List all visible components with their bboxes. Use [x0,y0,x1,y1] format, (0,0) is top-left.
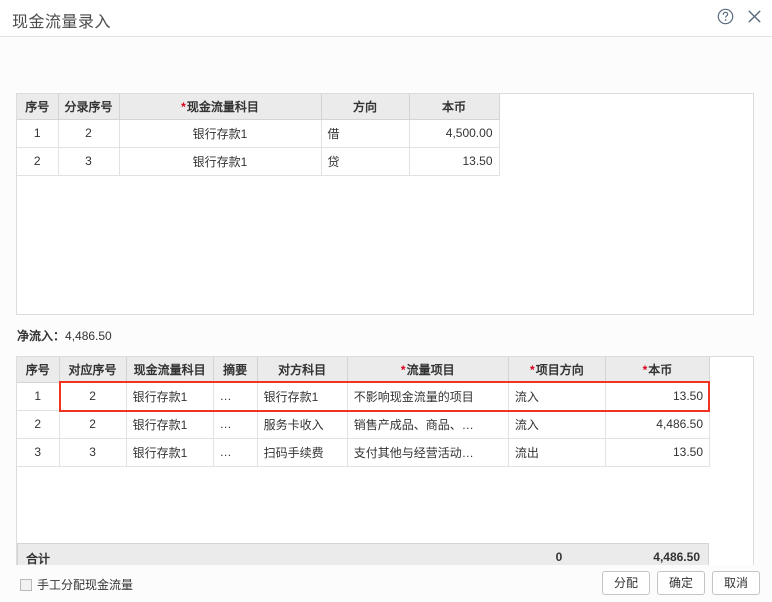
cell-entry-seq[interactable]: 3 [58,147,119,175]
dialog-body: 序号 分录序号 *现金流量科目 方向 本币 1 2 银行存款1 借 4,500.… [0,37,772,602]
entry-grid: 序号 分录序号 *现金流量科目 方向 本币 1 2 银行存款1 借 4,500.… [16,93,754,315]
manual-allocation-checkbox[interactable]: 手工分配现金流量 [20,576,133,593]
required-marker: * [181,100,186,114]
required-marker: * [643,363,648,377]
table-row[interactable]: 2 3 银行存款1 贷 13.50 [17,147,499,175]
allocate-button[interactable]: 分配 [602,571,650,595]
cell-item-direction[interactable]: 流入 [508,410,605,438]
cell-counter-subject[interactable]: 银行存款1 [257,382,347,410]
cell-flow-item[interactable]: 支付其他与经营活动… [347,438,508,466]
allocation-grid-table: 序号 对应序号 现金流量科目 摘要 对方科目 *流量项目 *项目方向 *本币 1… [17,357,710,467]
help-circle-icon[interactable] [716,7,734,25]
cell-entry-seq[interactable]: 2 [58,119,119,147]
cell-local-currency[interactable]: 4,500.00 [409,119,499,147]
cell-seq[interactable]: 2 [17,147,58,175]
table-row[interactable]: 2 2 银行存款1 … 服务卡收入 销售产成品、商品、… 流入 4,486.50 [17,410,710,438]
cell-cashflow-subject[interactable]: 银行存款1 [126,382,213,410]
close-icon[interactable] [745,7,763,25]
entry-grid-table: 序号 分录序号 *现金流量科目 方向 本币 1 2 银行存款1 借 4,500.… [17,94,500,176]
total-direction-value: 0 [514,550,604,564]
column-header-entry-seq[interactable]: 分录序号 [58,94,119,119]
column-header-item-direction[interactable]: *项目方向 [508,357,605,382]
cell-item-direction[interactable]: 流入 [508,382,605,410]
dialog-footer: 手工分配现金流量 分配 确定 取消 [0,565,772,602]
column-header-summary[interactable]: 摘要 [213,357,257,382]
cell-counter-subject[interactable]: 服务卡收入 [257,410,347,438]
cell-cashflow-subject[interactable]: 银行存款1 [126,410,213,438]
page-title: 现金流量录入 [12,8,111,32]
column-header-corresponding-seq[interactable]: 对应序号 [59,357,126,382]
cell-counter-subject[interactable]: 扫码手续费 [257,438,347,466]
net-inflow-summary: 净流入：4,486.50 [17,327,112,344]
cell-corresponding-seq[interactable]: 2 [59,410,126,438]
manual-allocation-label: 手工分配现金流量 [37,576,133,593]
table-row[interactable]: 3 3 银行存款1 … 扫码手续费 支付其他与经营活动… 流出 13.50 [17,438,710,466]
cell-seq[interactable]: 1 [17,382,59,410]
cell-cashflow-subject[interactable]: 银行存款1 [119,147,321,175]
cancel-button[interactable]: 取消 [712,571,760,595]
checkbox-box-icon[interactable] [20,579,32,591]
required-marker: * [530,363,535,377]
allocation-grid: 序号 对应序号 现金流量科目 摘要 对方科目 *流量项目 *项目方向 *本币 1… [16,356,754,572]
column-header-local-currency[interactable]: *本币 [605,357,709,382]
cell-direction[interactable]: 借 [321,119,409,147]
entry-grid-header-row: 序号 分录序号 *现金流量科目 方向 本币 [17,94,499,119]
total-amount-value: 4,486.50 [653,550,700,564]
cell-local-currency[interactable]: 4,486.50 [605,410,709,438]
required-marker: * [401,363,406,377]
title-bar-actions [716,7,763,25]
footer-button-group: 分配 确定 取消 [602,571,760,595]
cell-flow-item[interactable]: 销售产成品、商品、… [347,410,508,438]
cell-corresponding-seq[interactable]: 2 [59,382,126,410]
cell-summary[interactable]: … [213,438,257,466]
column-header-local-currency[interactable]: 本币 [409,94,499,119]
column-header-direction[interactable]: 方向 [321,94,409,119]
cell-flow-item[interactable]: 不影响现金流量的项目 [347,382,508,410]
cell-item-direction[interactable]: 流出 [508,438,605,466]
net-inflow-label: 净流入： [17,329,65,343]
dialog-title-bar: 现金流量录入 [0,0,772,37]
cell-seq[interactable]: 3 [17,438,59,466]
cell-summary[interactable]: … [213,410,257,438]
cell-cashflow-subject[interactable]: 银行存款1 [126,438,213,466]
cell-seq[interactable]: 2 [17,410,59,438]
cell-direction[interactable]: 贷 [321,147,409,175]
cell-summary[interactable]: … [213,382,257,410]
column-header-flow-item[interactable]: *流量项目 [347,357,508,382]
cell-cashflow-subject[interactable]: 银行存款1 [119,119,321,147]
cell-local-currency[interactable]: 13.50 [605,382,709,410]
table-row[interactable]: 1 2 银行存款1 … 银行存款1 不影响现金流量的项目 流入 13.50 [17,382,710,410]
column-header-cashflow-subject[interactable]: *现金流量科目 [119,94,321,119]
column-header-cashflow-subject[interactable]: 现金流量科目 [126,357,213,382]
cell-seq[interactable]: 1 [17,119,58,147]
cell-local-currency[interactable]: 13.50 [409,147,499,175]
table-row[interactable]: 1 2 银行存款1 借 4,500.00 [17,119,499,147]
cell-local-currency[interactable]: 13.50 [605,438,709,466]
column-header-seq[interactable]: 序号 [17,94,58,119]
confirm-button[interactable]: 确定 [657,571,705,595]
net-inflow-value: 4,486.50 [65,329,112,343]
column-header-counter-subject[interactable]: 对方科目 [257,357,347,382]
allocation-grid-header-row: 序号 对应序号 现金流量科目 摘要 对方科目 *流量项目 *项目方向 *本币 [17,357,710,382]
column-header-seq[interactable]: 序号 [17,357,59,382]
cell-corresponding-seq[interactable]: 3 [59,438,126,466]
